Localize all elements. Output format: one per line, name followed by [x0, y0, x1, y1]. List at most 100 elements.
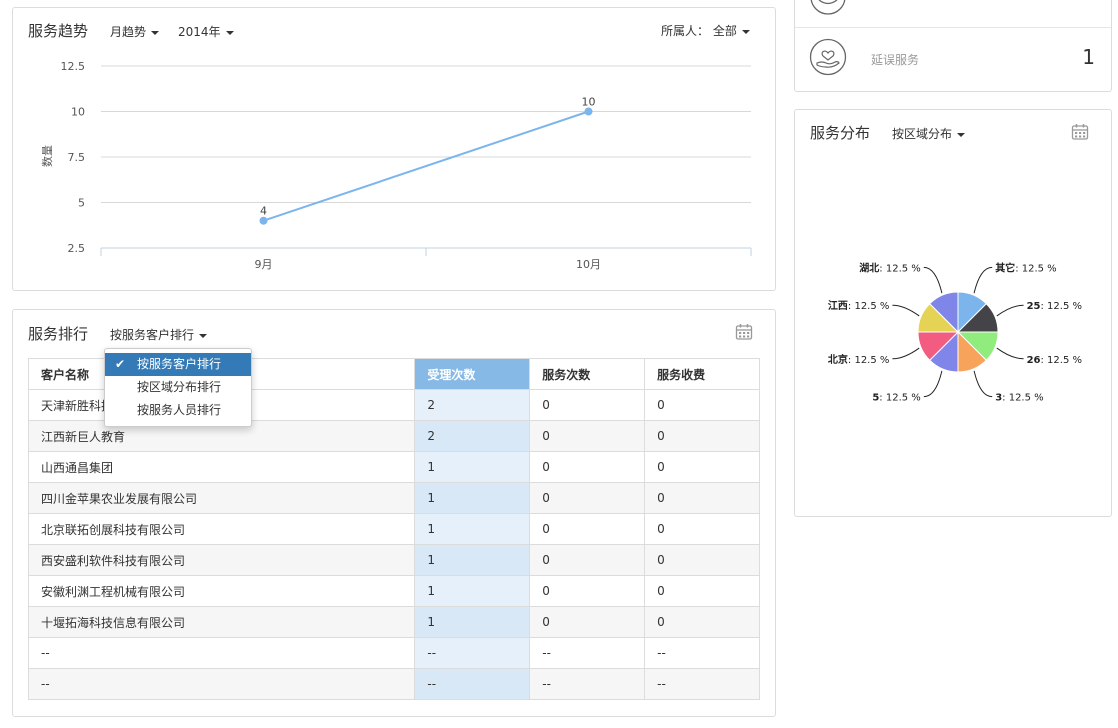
- pie-label-value: : 12.5 %: [1015, 263, 1056, 274]
- cell-service-count: 0: [529, 451, 646, 483]
- cell-accepted-count: --: [414, 668, 531, 700]
- y-tick-label: 12.5: [61, 60, 86, 73]
- distribution-pie-chart: 其它: 12.5 %25: 12.5 %26: 12.5 %3: 12.5 %5…: [828, 261, 1082, 404]
- pie-connector-line: [923, 266, 943, 294]
- col-header-accepted[interactable]: 受理次数: [414, 358, 531, 390]
- pie-label-value: : 12.5 %: [848, 355, 890, 366]
- cell-customer-name: 四川金苹果农业发展有限公司: [27, 482, 416, 514]
- menu-item-by-region[interactable]: 按区域分布排行: [105, 376, 251, 399]
- table-row[interactable]: 四川金苹果农业发展有限公司 1 0 0: [27, 482, 760, 514]
- cell-customer-name: 西安盛利软件科技有限公司: [27, 544, 416, 576]
- cell-service-fee: 0: [644, 544, 760, 576]
- y-tick-label: 5: [78, 197, 85, 210]
- pie-label-name: 北京: [828, 353, 848, 366]
- delayed-service-label: 延误服务: [871, 53, 920, 67]
- service-trend-panel: 服务趋势 月趋势 2014年 所属人： 全部 2.5 5 7.5 10 12.5 9月 10…: [12, 7, 776, 291]
- ranking-sort-label: 按服务客户排行: [110, 328, 195, 342]
- pie-label-name: 25: [1027, 301, 1041, 312]
- cell-service-count: 0: [529, 575, 646, 607]
- cell-accepted-count: 1: [414, 544, 531, 576]
- pie-connector-line: [996, 304, 1024, 317]
- trend-series-line: [263, 110, 589, 222]
- cell-service-fee: --: [644, 668, 760, 700]
- menu-item-by-customer[interactable]: ✔ 按服务客户排行: [105, 353, 251, 376]
- cell-accepted-count: 1: [414, 513, 531, 545]
- table-row[interactable]: 西安盛利软件科技有限公司 1 0 0: [27, 544, 760, 576]
- pie-data-label: 其它: 12.5 %: [995, 261, 1056, 274]
- cell-service-count: 0: [529, 544, 646, 576]
- pie-data-label: 北京: 12.5 %: [828, 353, 890, 366]
- delayed-service-row[interactable]: 延误服务 1: [795, 27, 1111, 89]
- service-stats-panel: 延误服务 1: [794, 0, 1112, 92]
- pie-label-name: 江西: [828, 299, 848, 312]
- cell-service-fee: 0: [644, 389, 760, 421]
- cell-service-fee: 0: [644, 451, 760, 483]
- pie-label-value: : 12.5 %: [879, 393, 921, 404]
- pie-data-label: 25: 12.5 %: [1027, 301, 1082, 312]
- y-tick-label: 7.5: [68, 151, 86, 164]
- cell-service-count: 0: [529, 482, 646, 514]
- cell-service-fee: 0: [644, 482, 760, 514]
- pie-label-name: 3: [995, 393, 1002, 404]
- menu-item-label: 按服务人员排行: [137, 403, 222, 417]
- col-header-service-count[interactable]: 服务次数: [529, 358, 646, 390]
- pie-label-value: : 12.5 %: [1002, 393, 1044, 404]
- trend-series: 4 10: [259, 96, 596, 225]
- cell-customer-name: 北京联拓创展科技有限公司: [27, 513, 416, 545]
- table-row[interactable]: 山西通昌集团 1 0 0: [27, 451, 760, 483]
- table-row[interactable]: -- -- -- --: [27, 668, 760, 700]
- table-row[interactable]: -- -- -- --: [27, 637, 760, 669]
- cell-accepted-count: 1: [414, 451, 531, 483]
- ranking-sort-dropdown[interactable]: 按服务客户排行: [110, 326, 208, 343]
- cell-customer-name: --: [27, 637, 416, 669]
- table-row[interactable]: 十堰拓海科技信息有限公司 1 0 0: [27, 606, 760, 638]
- cell-service-count: 0: [529, 420, 646, 452]
- pie-data-label: 湖北: 12.5 %: [859, 261, 921, 274]
- check-icon: ✔: [115, 357, 126, 371]
- col-header-fee[interactable]: 服务收费: [644, 358, 760, 390]
- cell-service-count: --: [529, 668, 646, 700]
- cell-service-count: --: [529, 637, 646, 669]
- cell-service-count: 0: [529, 389, 646, 421]
- trend-data-label: 10: [582, 96, 596, 109]
- cell-service-fee: 0: [644, 513, 760, 545]
- cell-service-fee: 0: [644, 575, 760, 607]
- service-hand-icon: [809, 38, 847, 76]
- cell-customer-name: 山西通昌集团: [27, 451, 416, 483]
- pie-connector-line: [892, 347, 920, 360]
- cell-customer-name: --: [27, 668, 416, 700]
- pie-label-name: 其它: [995, 261, 1015, 274]
- service-hand-icon: [810, 0, 846, 15]
- ranking-table-body: 天津新胜科技 2 0 0 江西新巨人教育 2 0 0 山西通昌集团 1 0 0 四川金苹果农业发展有限公…: [27, 389, 760, 700]
- cell-service-fee: --: [644, 637, 760, 669]
- trend-point[interactable]: [259, 216, 268, 225]
- caret-down-icon: [199, 333, 208, 338]
- cell-customer-name: 安徽利渊工程机械有限公司: [27, 575, 416, 607]
- pie-connector-line: [892, 304, 920, 317]
- cell-service-fee: 0: [644, 420, 760, 452]
- pie-data-label: 5: 12.5 %: [872, 393, 920, 404]
- pie-connector-line: [923, 370, 943, 398]
- table-row[interactable]: 安徽利渊工程机械有限公司 1 0 0: [27, 575, 760, 607]
- y-tick-label: 2.5: [68, 242, 86, 255]
- ranking-sort-menu: ✔ 按服务客户排行 按区域分布排行 按服务人员排行: [104, 348, 252, 427]
- cell-accepted-count: 2: [414, 420, 531, 452]
- pie-label-value: : 12.5 %: [1041, 301, 1083, 312]
- ranking-title: 服务排行: [28, 325, 89, 343]
- cell-accepted-count: 2: [414, 389, 531, 421]
- cell-service-fee: 0: [644, 606, 760, 638]
- cell-customer-name: 十堰拓海科技信息有限公司: [27, 606, 416, 638]
- x-tick-label: 9月: [255, 258, 273, 271]
- cell-service-count: 0: [529, 513, 646, 545]
- pie-label-name: 5: [872, 393, 879, 404]
- pie-data-label: 江西: 12.5 %: [828, 299, 890, 312]
- calendar-icon[interactable]: [735, 323, 753, 341]
- trend-y-axis-label: 数量: [41, 145, 54, 167]
- menu-item-label: 按区域分布排行: [137, 380, 222, 394]
- trend-point[interactable]: [584, 107, 593, 116]
- table-row[interactable]: 北京联拓创展科技有限公司 1 0 0: [27, 513, 760, 545]
- service-distribution-panel: 服务分布 按区域分布 其它: 12.5 % 25: 12.5 % 26: 12.5 …: [794, 109, 1112, 517]
- menu-item-label: 按服务客户排行: [137, 357, 222, 371]
- cell-service-count: 0: [529, 606, 646, 638]
- menu-item-by-staff[interactable]: 按服务人员排行: [105, 399, 251, 422]
